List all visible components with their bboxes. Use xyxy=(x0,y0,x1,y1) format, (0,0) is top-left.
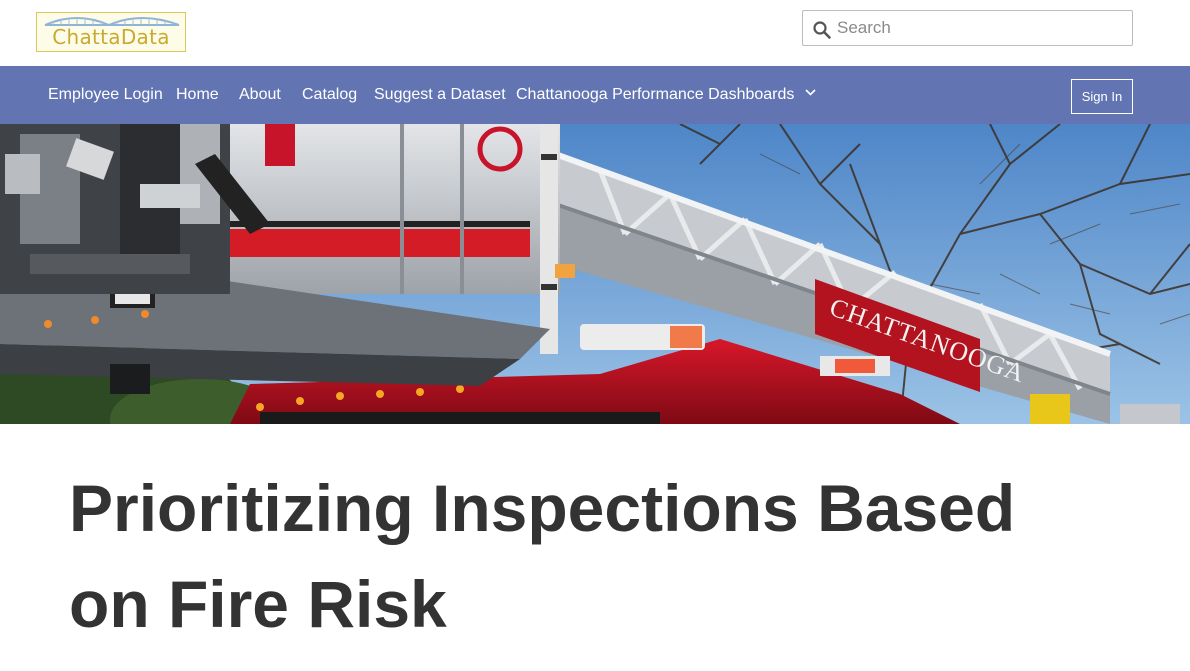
search-icon[interactable] xyxy=(812,20,832,40)
logo-text: ChattaData xyxy=(52,25,170,49)
nav-about[interactable]: About xyxy=(239,66,281,124)
sign-in-button[interactable]: Sign In xyxy=(1071,79,1133,114)
nav-label: About xyxy=(239,86,281,103)
nav-label: Suggest a Dataset xyxy=(374,86,506,103)
fire-truck-illustration: CHATTANOOGA xyxy=(0,124,1190,424)
nav-catalog[interactable]: Catalog xyxy=(302,66,357,124)
nav-performance-dashboards[interactable]: Chattanooga Performance Dashboards xyxy=(516,66,816,124)
nav-label: Chattanooga Performance Dashboards xyxy=(516,86,795,103)
hero-image: CHATTANOOGA xyxy=(0,124,1190,424)
nav-label: Catalog xyxy=(302,86,358,103)
site-header: ChattaData xyxy=(0,0,1190,66)
chevron-down-icon xyxy=(805,89,816,96)
chattadata-logo[interactable]: ChattaData xyxy=(36,12,186,52)
nav-suggest-dataset[interactable]: Suggest a Dataset xyxy=(374,66,506,124)
main-nav: Employee Login Home About Catalog Sugges… xyxy=(0,66,1190,124)
search-input[interactable] xyxy=(837,11,1127,45)
search-box[interactable] xyxy=(802,10,1133,46)
page-title: Prioritizing Inspections Based on Fire R… xyxy=(69,471,1016,641)
nav-label: Home xyxy=(176,86,219,103)
nav-home[interactable]: Home xyxy=(176,66,219,124)
nav-employee-login[interactable]: Employee Login xyxy=(48,66,163,124)
nav-label: Employee Login xyxy=(48,86,163,103)
